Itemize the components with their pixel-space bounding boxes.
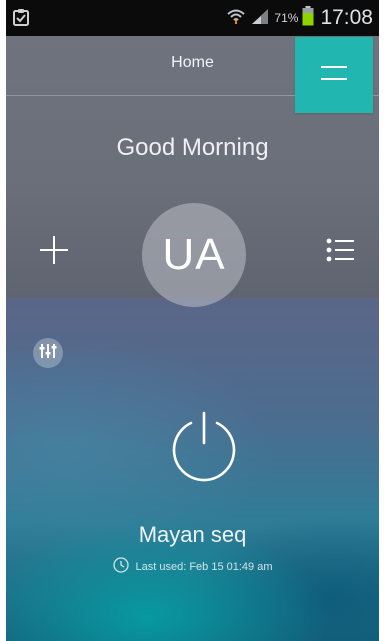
greeting-text: Good Morning — [116, 134, 269, 161]
last-used-text: Last used: Feb 15 01:49 am — [135, 560, 273, 573]
power-icon — [164, 407, 244, 491]
app-screen: 71% 17:08 Home Good Morning UA Mayan seq… — [6, 0, 379, 641]
power-button[interactable] — [163, 408, 245, 490]
battery-percent: 71% — [274, 11, 299, 25]
clock-time: 17:08 — [320, 6, 373, 29]
status-bar: 71% 17:08 — [6, 0, 379, 36]
wifi-icon — [226, 7, 246, 29]
signal-icon — [250, 7, 270, 29]
hamburger-icon — [321, 64, 347, 86]
equalizer-button[interactable] — [33, 338, 63, 368]
equalizer-icon — [39, 343, 57, 363]
clock-icon — [112, 557, 129, 576]
clipboard-icon — [12, 7, 30, 27]
avatar[interactable]: UA — [142, 203, 246, 307]
scene-name: Mayan seq — [138, 522, 247, 547]
add-button[interactable] — [36, 234, 72, 270]
list-button[interactable] — [322, 234, 358, 270]
plus-icon — [39, 235, 69, 269]
menu-button[interactable] — [295, 37, 373, 113]
battery-icon — [302, 6, 314, 30]
list-icon — [326, 237, 354, 267]
last-used-row: Last used: Feb 15 01:49 am — [6, 557, 379, 576]
